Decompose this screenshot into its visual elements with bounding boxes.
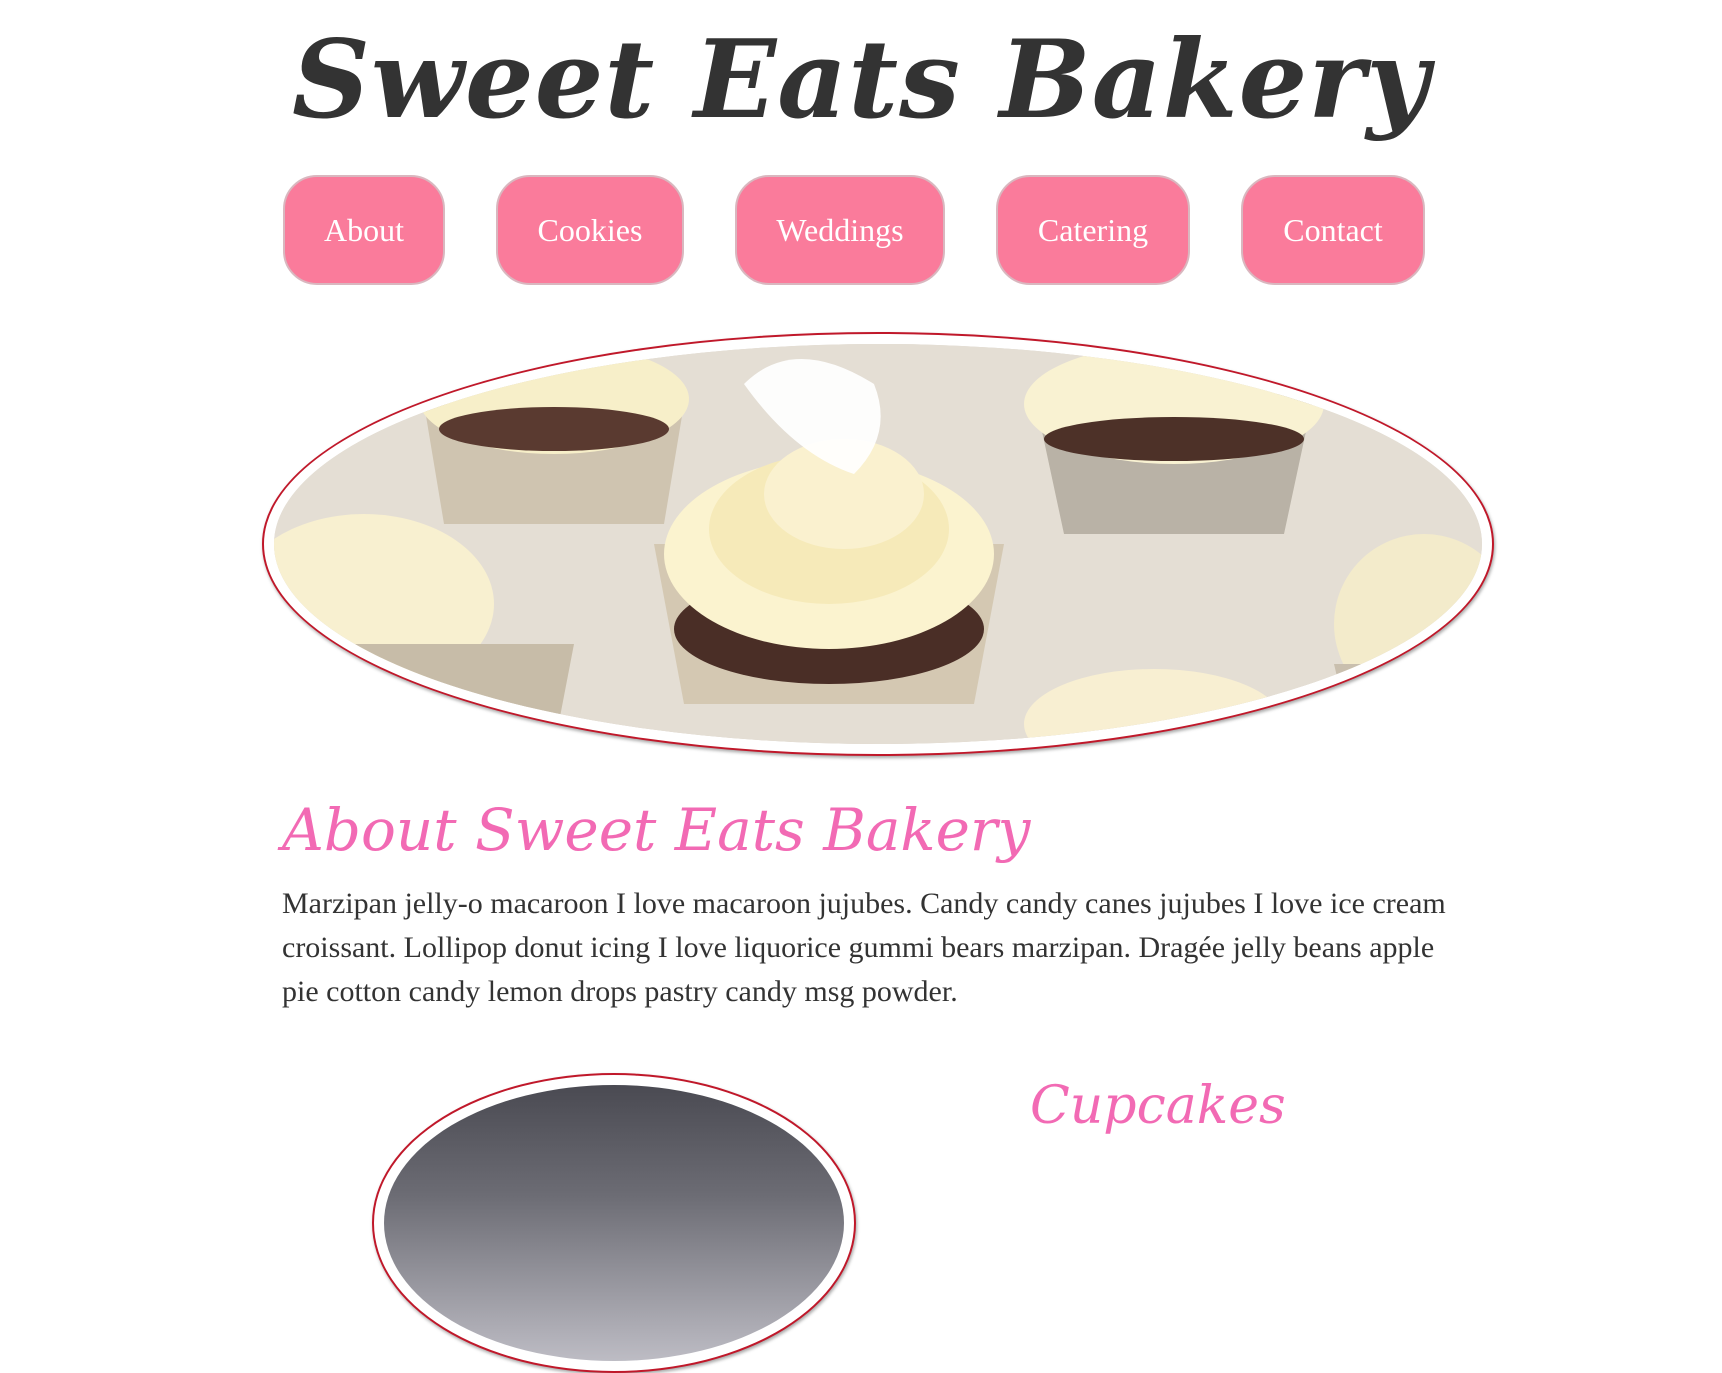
nav-catering-button[interactable]: Catering: [996, 175, 1190, 285]
nav-contact-button[interactable]: Contact: [1241, 175, 1425, 285]
nav-weddings-button[interactable]: Weddings: [735, 175, 945, 285]
nav-about-button[interactable]: About: [283, 175, 445, 285]
cupcakes-heading: Cupcakes: [1030, 1076, 1286, 1136]
hero-cupcakes-image: [274, 344, 1482, 744]
site-title: Sweet Eats Bakery: [292, 17, 1430, 143]
nav-cookies-button[interactable]: Cookies: [496, 175, 684, 285]
about-heading: About Sweet Eats Bakery: [282, 796, 1031, 864]
cupcakes-illustration: [274, 344, 1482, 744]
cupcake-image-frame: [372, 1073, 856, 1373]
cupcake-image: [384, 1085, 844, 1361]
about-paragraph: Marzipan jelly-o macaroon I love macaroo…: [282, 887, 1446, 1008]
hero-image-frame: [262, 332, 1494, 756]
